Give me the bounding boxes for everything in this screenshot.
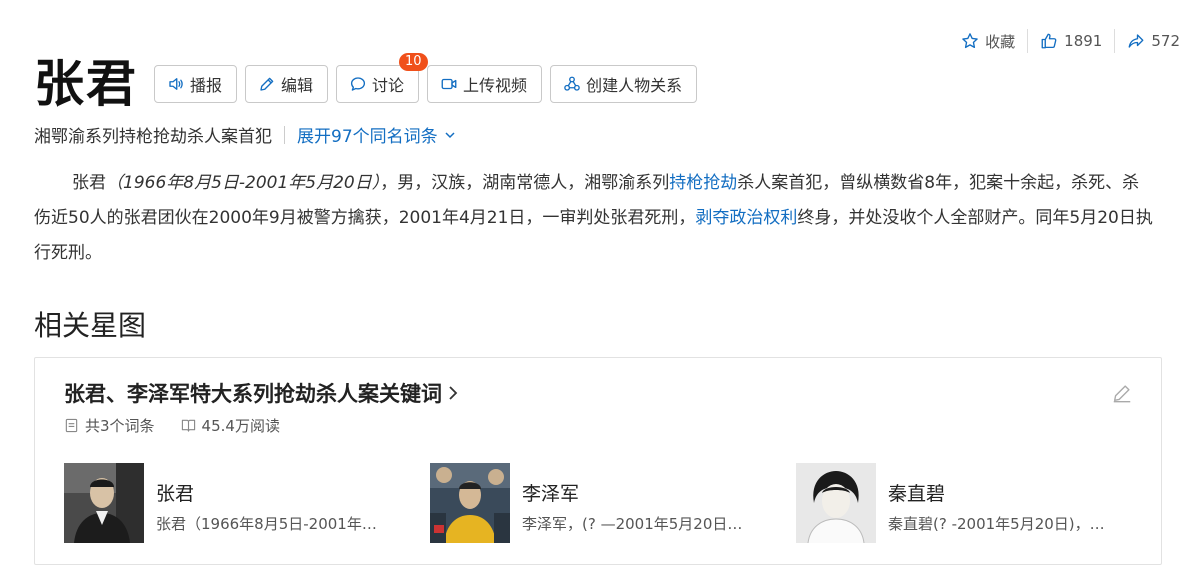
expand-homonyms-link[interactable]: 展开97个同名词条 xyxy=(297,122,456,147)
broadcast-button[interactable]: 播报 xyxy=(154,65,238,103)
entry-name: 张君 xyxy=(156,483,195,505)
thumbnail-qin-zhibi xyxy=(796,463,876,543)
share-button[interactable]: 572 xyxy=(1115,32,1192,50)
upload-video-button[interactable]: 上传视频 xyxy=(427,65,543,103)
edit-button[interactable]: 编辑 xyxy=(245,65,329,103)
pencil-icon xyxy=(260,77,274,91)
title-row: 张君 播报 编辑 10 讨论 上传视频 创建人物关系 xyxy=(34,53,705,114)
summary-paragraph: 张君（1966年8月5日-2001年5月20日），男，汉族，湖南常德人，湘鄂渝系… xyxy=(34,166,1154,271)
entry-name: 秦直碧 xyxy=(888,483,946,505)
entry-desc: 秦直碧(? -2001年5月20日)，… xyxy=(888,515,1105,533)
summary-dates: （1966年8月5日-2001年5月20日） xyxy=(106,173,381,193)
section-title: 相关星图 xyxy=(34,309,147,342)
summary-name: 张君 xyxy=(72,173,106,193)
star-icon xyxy=(962,33,978,49)
link-armed-robbery[interactable]: 持枪抢劫 xyxy=(669,173,737,193)
share-icon xyxy=(1128,34,1144,48)
broadcast-label: 播报 xyxy=(190,76,223,95)
speaker-icon xyxy=(169,78,183,90)
card-title: 张君、李泽军特大系列抢劫杀人案关键词 xyxy=(64,382,442,406)
book-icon xyxy=(181,419,195,432)
list-item[interactable]: 李泽军 李泽军，(? —2001年5月20日… xyxy=(430,463,796,543)
favorite-button[interactable]: 收藏 xyxy=(949,31,1027,52)
chevron-right-icon xyxy=(449,386,458,400)
like-count: 1891 xyxy=(1064,32,1103,50)
edit-pencil-icon[interactable] xyxy=(1111,382,1133,404)
create-relation-label: 创建人物关系 xyxy=(586,76,683,95)
share-count: 572 xyxy=(1151,32,1180,50)
entry-count: 共3个词条 xyxy=(85,417,155,435)
portrait-image xyxy=(64,463,144,543)
document-icon xyxy=(65,418,78,433)
relation-icon xyxy=(564,76,580,91)
edit-label: 编辑 xyxy=(281,76,314,95)
entries-list: 张君 张君（1966年8月5日-2001年… 李泽军 李泽军，(? —2001年… xyxy=(64,463,1162,543)
portrait-image xyxy=(430,463,510,543)
card-meta: 共3个词条 45.4万阅读 xyxy=(64,415,280,436)
link-deprivation-political-rights[interactable]: 剥夺政治权利 xyxy=(695,208,797,228)
star-map-card: 张君、李泽军特大系列抢劫杀人案关键词 共3个词条 45.4万阅读 张君 张君（1… xyxy=(34,357,1162,565)
list-item[interactable]: 秦直碧 秦直碧(? -2001年5月20日)，… xyxy=(796,463,1162,543)
chevron-down-icon xyxy=(445,131,455,138)
divider xyxy=(284,125,285,144)
like-button[interactable]: 1891 xyxy=(1028,32,1114,50)
entry-name: 李泽军 xyxy=(522,483,580,505)
entry-desc: 李泽军，(? —2001年5月20日… xyxy=(522,515,743,533)
favorite-label: 收藏 xyxy=(985,32,1016,51)
list-item[interactable]: 张君 张君（1966年8月5日-2001年… xyxy=(64,463,430,543)
entry-subtitle: 湘鄂渝系列持枪抢劫杀人案首犯 xyxy=(34,127,272,147)
subtitle-row: 湘鄂渝系列持枪抢劫杀人案首犯 展开97个同名词条 xyxy=(34,122,456,147)
discuss-button[interactable]: 10 讨论 xyxy=(336,53,428,103)
top-actions: 收藏 1891 572 xyxy=(949,29,1192,53)
speech-bubble-icon xyxy=(350,77,366,91)
upload-video-label: 上传视频 xyxy=(463,76,528,95)
summary-text-1: ，男，汉族，湖南常德人，湘鄂渝系列 xyxy=(380,173,670,193)
thumbs-up-icon xyxy=(1041,33,1057,49)
thumbnail-zhang-jun xyxy=(64,463,144,543)
page-title: 张君 xyxy=(34,55,138,113)
read-count: 45.4万阅读 xyxy=(201,417,280,435)
portrait-image xyxy=(796,463,876,543)
discuss-label: 讨论 xyxy=(372,76,405,95)
discuss-badge: 10 xyxy=(399,53,428,71)
card-title-link[interactable]: 张君、李泽军特大系列抢劫杀人案关键词 xyxy=(64,378,460,408)
video-icon xyxy=(441,78,457,90)
create-relation-button[interactable]: 创建人物关系 xyxy=(550,65,698,103)
thumbnail-li-zejun xyxy=(430,463,510,543)
entry-desc: 张君（1966年8月5日-2001年… xyxy=(156,515,377,533)
expand-label: 展开97个同名词条 xyxy=(297,127,438,147)
